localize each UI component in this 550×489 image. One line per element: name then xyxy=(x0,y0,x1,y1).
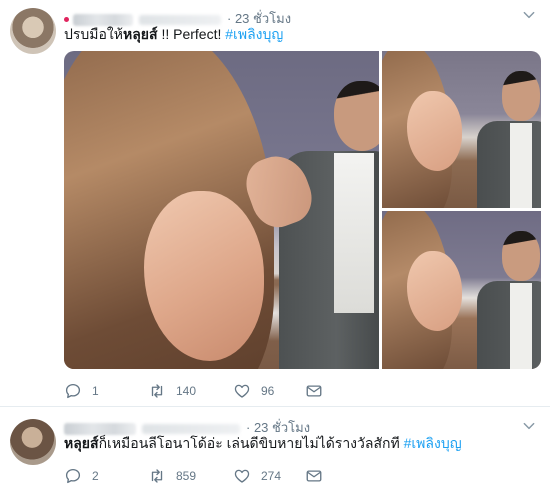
media-image-top-right[interactable] xyxy=(382,51,541,208)
like-icon xyxy=(234,384,250,398)
reply-icon xyxy=(65,468,81,484)
tweet-text-plain: ปรบมือให้ xyxy=(64,26,123,42)
retweet-button[interactable]: 140 xyxy=(148,382,233,400)
direct-message-icon xyxy=(306,470,322,482)
tweet-text: หลุยส์ก็เหมือนลีโอนาโด้อ่ะ เล่นดีขิบหายไ… xyxy=(64,434,462,452)
retweet-count: 859 xyxy=(176,469,197,483)
chevron-down-icon[interactable] xyxy=(522,8,536,22)
reply-icon xyxy=(65,383,81,399)
avatar[interactable] xyxy=(10,8,56,54)
retweet-count: 140 xyxy=(176,384,197,398)
retweet-icon xyxy=(151,469,163,483)
retweet-icon xyxy=(151,384,163,398)
media-image-main[interactable] xyxy=(64,51,379,369)
chevron-down-icon[interactable] xyxy=(522,419,536,433)
direct-message-icon xyxy=(306,385,322,397)
media-grid xyxy=(64,51,541,369)
tweet-actions: 2 859 274 xyxy=(64,467,335,485)
like-count: 274 xyxy=(261,469,282,483)
retweet-button[interactable]: 859 xyxy=(148,467,233,485)
tweet[interactable]: · 23 ชั่วโมง หลุยส์ก็เหมือนลีโอนาโด้อ่ะ … xyxy=(0,406,550,489)
image-head xyxy=(334,81,379,151)
image-subject-man xyxy=(238,71,379,369)
image-shirt xyxy=(510,283,532,369)
tweet[interactable]: · 23 ชั่วโมง ปรบมือให้หลุยส์ !! Perfect!… xyxy=(0,0,550,406)
reply-count: 1 xyxy=(92,384,99,398)
tweet-text-bold: หลุยส์ xyxy=(123,26,158,42)
tweet-text-rest: !! Perfect! xyxy=(157,26,226,42)
like-button[interactable]: 274 xyxy=(233,467,305,485)
like-count: 96 xyxy=(261,384,275,398)
tweet-text: ปรบมือให้หลุยส์ !! Perfect! #เพลิงบุญ xyxy=(64,25,283,43)
timestamp[interactable]: · 23 ชั่วโมง xyxy=(227,11,291,26)
direct-message-button[interactable] xyxy=(305,382,335,400)
tweet-actions: 1 140 96 xyxy=(64,382,335,400)
blurred-name-mark xyxy=(64,17,69,23)
image-shirt xyxy=(334,153,374,313)
like-button[interactable]: 96 xyxy=(233,382,305,400)
timestamp[interactable]: · 23 ชั่วโมง xyxy=(246,420,310,435)
image-head xyxy=(502,71,540,121)
reply-button[interactable]: 2 xyxy=(64,467,148,485)
blurred-handle[interactable] xyxy=(142,423,240,434)
media-image-bottom-right[interactable] xyxy=(382,211,541,369)
hashtag-link[interactable]: #เพลิงบุญ xyxy=(404,435,462,451)
blurred-handle[interactable] xyxy=(139,14,221,25)
blurred-display-name[interactable] xyxy=(73,13,133,26)
tweet-text-rest: ก็เหมือนลีโอนาโด้อ่ะ เล่นดีขิบหายไม่ได้ร… xyxy=(98,435,404,451)
hashtag-link[interactable]: #เพลิงบุญ xyxy=(225,26,283,42)
avatar[interactable] xyxy=(10,419,56,465)
reply-button[interactable]: 1 xyxy=(64,382,148,400)
tweet-text-bold: หลุยส์ xyxy=(64,435,99,451)
direct-message-button[interactable] xyxy=(305,467,335,485)
blurred-display-name[interactable] xyxy=(64,422,136,435)
image-head xyxy=(502,231,540,281)
like-icon xyxy=(234,469,250,483)
image-shirt xyxy=(510,123,532,208)
reply-count: 2 xyxy=(92,469,99,483)
